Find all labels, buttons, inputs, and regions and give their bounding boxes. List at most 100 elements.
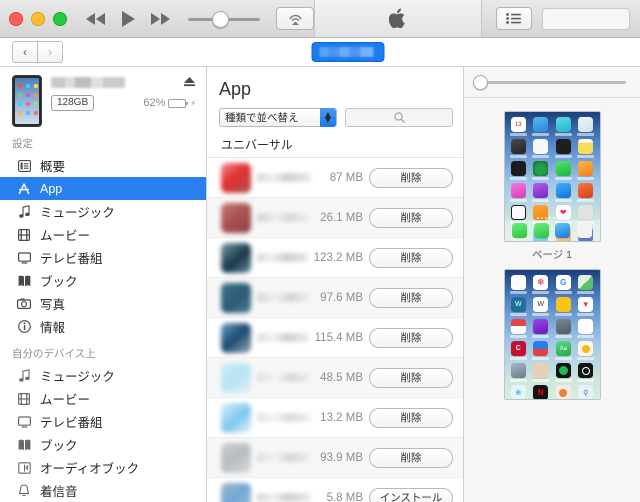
app-action-button[interactable]: 削除 — [369, 407, 453, 428]
book-icon — [16, 273, 32, 288]
sidebar-item-ondevice-movies[interactable]: ムービー — [0, 387, 206, 410]
home-icon-cell — [509, 275, 529, 294]
titlebar-search-input[interactable] — [542, 7, 630, 30]
minimize-button[interactable] — [31, 11, 45, 26]
home-screen-page-2[interactable]: ❄ G W W ▼ C Aa ❀ N ⚲ — [503, 269, 601, 400]
app-search-input[interactable] — [345, 108, 453, 127]
rewind-icon[interactable] — [85, 12, 107, 26]
play-icon[interactable] — [121, 10, 136, 28]
compass-icon — [555, 139, 571, 154]
sidebar-item-label: App — [40, 181, 63, 196]
battery-icon — [168, 98, 189, 108]
forward-button[interactable]: › — [38, 41, 63, 63]
app-action-button[interactable]: 削除 — [369, 367, 453, 388]
device-tab-button[interactable] — [311, 42, 385, 62]
app-list[interactable]: 87 MB 削除 26.1 MB 削除 123.2 MB 削除 97.6 MB … — [207, 158, 463, 502]
sidebar-item-info[interactable]: 情報 — [0, 315, 206, 338]
app-name-redacted — [257, 413, 311, 422]
home-screen-page-1[interactable]: 13 ❤ — [503, 111, 601, 242]
back-forward-group: ‹ › — [12, 41, 63, 63]
spotify-icon — [555, 363, 571, 378]
device-status-group: 62% ⚡ — [143, 76, 196, 109]
notes-icon — [578, 139, 594, 154]
camera-gray-icon — [510, 363, 526, 378]
app-action-button[interactable]: 削除 — [369, 247, 453, 268]
bell-icon — [16, 483, 32, 498]
sidebar-item-app[interactable]: App — [0, 177, 206, 200]
news-icon — [555, 319, 571, 334]
home-icon-cell — [576, 161, 596, 180]
sidebar-item-music[interactable]: ミュージック — [0, 200, 206, 223]
app-name-redacted — [257, 493, 311, 502]
app-action-button[interactable]: 削除 — [369, 207, 453, 228]
table-row[interactable]: 48.5 MB 削除 — [207, 358, 463, 398]
sidebar-item-ringtones[interactable]: 着信音 — [0, 479, 206, 502]
icon-size-slider[interactable] — [473, 75, 626, 90]
app-action-button[interactable]: 削除 — [369, 327, 453, 348]
fast-forward-icon[interactable] — [150, 12, 172, 26]
camera-icon — [16, 296, 32, 311]
table-row[interactable]: 115.4 MB 削除 — [207, 318, 463, 358]
table-row[interactable]: 13.2 MB 削除 — [207, 398, 463, 438]
playback-controls — [85, 10, 172, 28]
home-icon-cell — [531, 161, 551, 180]
sort-dropdown[interactable]: 種類で並べ替え ▲ ▼ — [219, 108, 337, 127]
back-button[interactable]: ‹ — [12, 41, 38, 63]
google-photos-icon — [510, 275, 526, 290]
volume-knob[interactable] — [212, 10, 229, 28]
table-row[interactable]: 26.1 MB 削除 — [207, 198, 463, 238]
navigation-bar: ‹ › — [0, 38, 640, 67]
book-icon — [16, 437, 32, 452]
table-row[interactable]: 5.8 MB インストール — [207, 478, 463, 502]
home-icon-cell — [576, 117, 596, 136]
google-maps-icon — [578, 275, 594, 290]
icon-size-slider-knob[interactable] — [473, 75, 488, 90]
home-icon-cell: G — [554, 275, 574, 294]
home-screen-pages[interactable]: 13 ❤ ページ 1 ❄ G W W ▼ C Aa ❀ N ⚲ — [464, 98, 640, 502]
home-icon-cell — [554, 117, 574, 136]
app-name-redacted — [257, 453, 311, 462]
home-icon-cell — [509, 161, 529, 180]
app-action-button[interactable]: インストール — [369, 487, 453, 502]
voice-memos-icon — [533, 139, 549, 154]
sidebar-item-ondevice-tvshows[interactable]: テレビ番組 — [0, 410, 206, 433]
sidebar-item-summary[interactable]: 概要 — [0, 154, 206, 177]
app-name-redacted — [257, 253, 308, 262]
charging-bolt-icon: ⚡ — [190, 98, 196, 108]
eject-icon[interactable] — [183, 76, 196, 87]
sidebar-item-ondevice-music[interactable]: ミュージック — [0, 364, 206, 387]
home-icon-cell — [576, 139, 596, 158]
sidebar-item-books[interactable]: ブック — [0, 269, 206, 292]
airplay-button[interactable] — [276, 7, 314, 30]
table-row[interactable]: 87 MB 削除 — [207, 158, 463, 198]
apple-logo-icon — [388, 8, 405, 29]
home-icon-cell — [554, 183, 574, 202]
sidebar-item-audiobooks[interactable]: オーディオブック — [0, 456, 206, 479]
app-action-button[interactable]: 削除 — [369, 447, 453, 468]
app-action-button[interactable]: 削除 — [369, 287, 453, 308]
list-view-button[interactable] — [496, 7, 532, 30]
table-row[interactable]: 123.2 MB 削除 — [207, 238, 463, 278]
chevron-left-icon: ‹ — [23, 45, 27, 59]
chevron-updown-icon: ▲ ▼ — [320, 108, 336, 127]
volume-slider[interactable] — [188, 10, 260, 28]
sidebar-item-movies[interactable]: ムービー — [0, 223, 206, 246]
sidebar-item-ondevice-books[interactable]: ブック — [0, 433, 206, 456]
home-icon-cell — [554, 319, 574, 338]
table-row[interactable]: 93.9 MB 削除 — [207, 438, 463, 478]
table-row[interactable]: 97.6 MB 削除 — [207, 278, 463, 318]
app-action-button[interactable]: 削除 — [369, 167, 453, 188]
wikipedia-icon: W — [533, 297, 549, 312]
app-name-redacted — [257, 373, 311, 382]
home-icon-cell — [576, 319, 596, 338]
yt-studio-icon: ❄ — [533, 275, 549, 290]
close-button[interactable] — [9, 11, 23, 26]
maximize-button[interactable] — [53, 11, 67, 26]
home-screen-icon-grid: ❄ G W W ▼ C Aa ❀ N ⚲ — [509, 275, 596, 399]
sidebar-item-tvshows[interactable]: テレビ番組 — [0, 246, 206, 269]
chevron-right-icon: › — [48, 45, 52, 59]
sidebar-item-photos[interactable]: 写真 — [0, 292, 206, 315]
device-name-redacted — [51, 77, 125, 88]
home-icon-cell — [509, 139, 529, 158]
page-label: ページ 1 — [531, 249, 573, 261]
